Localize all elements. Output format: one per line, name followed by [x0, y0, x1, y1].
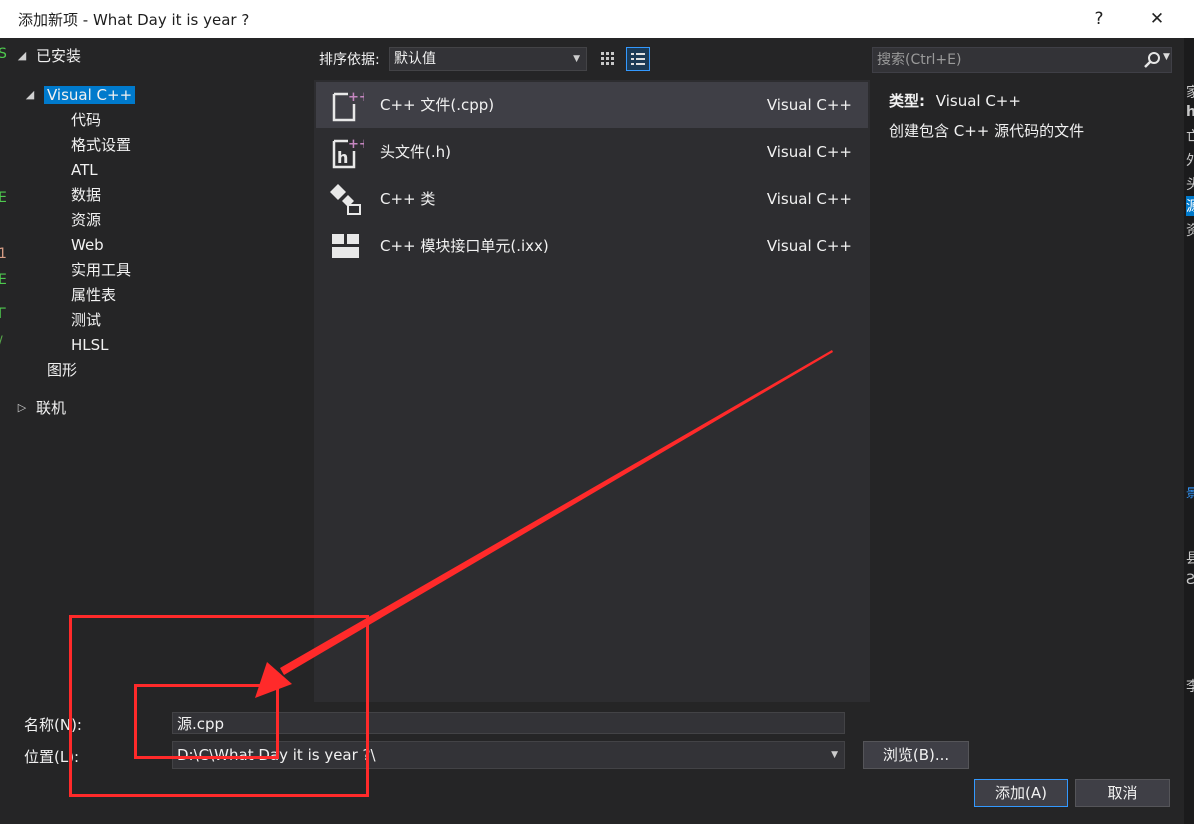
module-icon: [332, 234, 359, 258]
bg-fragment: 县: [1186, 551, 1194, 567]
template-item-module-interface[interactable]: C++ 模块接口单元(.ixx) Visual C++: [316, 223, 868, 269]
template-language: Visual C++: [766, 96, 852, 114]
tree-item-hlsl[interactable]: HLSL: [71, 334, 109, 356]
background-solution-explorer: 家 ha 亡 外 头 源 资 景 县 Ƨ 李: [1184, 38, 1194, 824]
bg-fragment: ha: [1186, 104, 1194, 120]
small-icons-view-button[interactable]: [596, 47, 620, 71]
bg-fragment: /: [0, 334, 3, 350]
tree-item-utility[interactable]: 实用工具: [71, 259, 131, 281]
tree-item-formatting[interactable]: 格式设置: [71, 134, 131, 156]
template-list: ++ C++ 文件(.cpp) Visual C++ h ++ 头文件(.h) …: [314, 80, 870, 702]
sort-dropdown[interactable]: 默认值 ▼: [389, 47, 587, 71]
background-editor-left: S E 1 E Г /: [0, 38, 8, 824]
tree-item-visual-cpp[interactable]: ◢ Visual C++: [24, 84, 136, 106]
tree-item-property-sheets[interactable]: 属性表: [71, 284, 116, 306]
bg-fragment: 资: [1186, 223, 1194, 239]
template-language: Visual C++: [766, 143, 852, 161]
bg-fragment: 源: [1186, 196, 1194, 216]
svg-text:++: ++: [348, 90, 364, 105]
template-language: Visual C++: [766, 190, 852, 208]
tree-item-label: 联机: [36, 399, 67, 417]
help-button[interactable]: ?: [1070, 0, 1128, 38]
sort-value: 默认值: [394, 51, 436, 67]
search-box[interactable]: ▼: [872, 47, 1172, 73]
template-name: C++ 文件(.cpp): [380, 96, 495, 114]
dropdown-caret-icon: ▼: [573, 54, 580, 64]
tree-item-online[interactable]: ▷ 联机: [16, 397, 66, 419]
tree-item-installed[interactable]: ◢ 已安装: [16, 45, 81, 67]
window-title: 添加新项 - What Day it is year ?: [18, 10, 250, 29]
title-bar: 添加新项 - What Day it is year ? ? ✕: [0, 0, 1194, 38]
browse-button[interactable]: 浏览(B)...: [863, 741, 969, 769]
bg-fragment: 李: [1186, 679, 1194, 695]
collapse-arrow-icon[interactable]: ◢: [16, 45, 28, 67]
bg-fragment: Ƨ: [1186, 572, 1194, 588]
tree-item-graphics[interactable]: 图形: [47, 359, 77, 381]
tree-item-label: Visual C++: [44, 86, 136, 104]
cancel-button[interactable]: 取消: [1075, 779, 1170, 807]
tree-item-resource[interactable]: 资源: [71, 209, 101, 231]
grid-view-icon: [601, 52, 614, 65]
annotation-box-small: [134, 684, 279, 759]
info-type: 类型: Visual C++: [889, 90, 1021, 111]
expand-arrow-icon[interactable]: ▷: [16, 397, 28, 419]
svg-text:h: h: [337, 148, 348, 167]
bg-fragment: 头: [1186, 177, 1194, 193]
search-icon[interactable]: [1143, 51, 1161, 69]
svg-text:++: ++: [348, 137, 364, 152]
bg-fragment: Г: [0, 306, 7, 322]
template-item-cpp-class[interactable]: C++ 类 Visual C++: [316, 176, 868, 222]
class-icon: [330, 184, 361, 215]
template-item-cpp-file[interactable]: ++ C++ 文件(.cpp) Visual C++: [316, 82, 868, 128]
tree-item-web[interactable]: Web: [71, 234, 104, 256]
template-name: C++ 模块接口单元(.ixx): [380, 237, 549, 255]
template-item-header-file[interactable]: h ++ 头文件(.h) Visual C++: [316, 129, 868, 175]
close-button[interactable]: ✕: [1128, 0, 1186, 38]
search-options-caret-icon[interactable]: ▼: [1163, 52, 1170, 62]
cpp-file-icon: ++: [332, 90, 364, 122]
info-type-value: Visual C++: [935, 92, 1021, 110]
tree-item-code[interactable]: 代码: [71, 109, 101, 131]
bg-fragment: 景: [1186, 486, 1194, 500]
bg-fragment: 1: [0, 246, 7, 262]
tree-item-label: 已安装: [36, 47, 82, 65]
sort-label: 排序依据:: [319, 52, 380, 68]
template-name: C++ 类: [380, 190, 436, 208]
info-type-label: 类型:: [889, 92, 925, 110]
info-description: 创建包含 C++ 源代码的文件: [889, 122, 1085, 140]
add-button[interactable]: 添加(A): [974, 779, 1068, 807]
bg-fragment: E: [0, 190, 7, 206]
bg-fragment: S: [0, 46, 7, 62]
tree-item-atl[interactable]: ATL: [71, 159, 98, 181]
template-language: Visual C++: [766, 237, 852, 255]
header-file-icon: h ++: [332, 137, 364, 169]
bg-fragment: 家: [1186, 85, 1194, 101]
collapse-arrow-icon[interactable]: ◢: [24, 84, 36, 106]
template-category-tree: ◢ 已安装 ◢ Visual C++ 代码 格式设置 ATL 数据 资源 Web…: [8, 38, 308, 708]
bg-fragment: E: [0, 272, 7, 288]
search-input[interactable]: [877, 50, 1132, 70]
list-view-icon: [631, 53, 645, 65]
list-view-button[interactable]: [626, 47, 650, 71]
bg-fragment: 亡: [1186, 129, 1194, 145]
bg-fragment: 外: [1186, 153, 1194, 169]
dropdown-caret-icon[interactable]: ▼: [831, 742, 838, 768]
tree-item-test[interactable]: 测试: [71, 309, 101, 331]
tree-item-data[interactable]: 数据: [71, 184, 101, 206]
template-name: 头文件(.h): [380, 143, 451, 161]
